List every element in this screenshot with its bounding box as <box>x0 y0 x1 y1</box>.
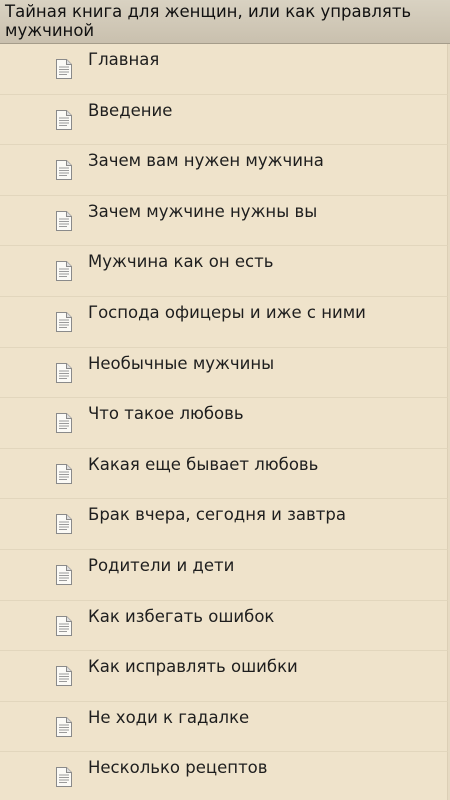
document-icon <box>56 615 72 636</box>
document-icon <box>56 210 72 231</box>
document-icon <box>56 767 72 788</box>
list-item-label: Необычные мужчины <box>88 353 275 373</box>
list-item[interactable]: Как избегать ошибок <box>0 600 448 652</box>
list-item-label: Введение <box>88 100 173 120</box>
document-icon <box>56 514 72 535</box>
list-item-label: Какая еще бывает любовь <box>88 454 319 474</box>
list-item-label: Господа офицеры и иже с ними <box>88 302 366 322</box>
document-icon <box>56 666 72 687</box>
page-title: Тайная книга для женщин, или как управля… <box>5 2 412 40</box>
document-icon <box>56 362 72 383</box>
list-item[interactable]: Брак вчера, сегодня и завтра <box>0 499 448 550</box>
list-item-label: Брак вчера, сегодня и завтра <box>88 505 346 525</box>
list-item[interactable]: Что такое любовь <box>0 398 448 449</box>
title-bar: Тайная книга для женщин, или как управля… <box>0 0 450 44</box>
list-item[interactable]: Не ходи к гадалке <box>0 701 448 753</box>
list-item-label: Как исправлять ошибки <box>88 657 298 677</box>
list-item-label: Главная <box>88 50 160 69</box>
document-icon <box>56 311 72 332</box>
list-item-label: Зачем вам нужен мужчина <box>88 151 324 171</box>
list-item[interactable]: Как исправлять ошибки <box>0 651 448 702</box>
list-item[interactable]: Родители и дети <box>0 549 448 601</box>
list-item[interactable]: Мужчина как он есть <box>0 246 448 297</box>
app-window: Тайная книга для женщин, или как управля… <box>0 0 450 800</box>
list-item-label: Как избегать ошибок <box>88 606 275 626</box>
document-icon <box>56 261 72 282</box>
list-item[interactable]: Необычные мужчины <box>0 347 448 399</box>
list-item-label: Родители и дети <box>88 555 235 575</box>
list-item-label: Несколько рецептов <box>88 758 268 778</box>
document-icon <box>56 716 72 737</box>
list-item-label: Что такое любовь <box>88 404 244 424</box>
list-item-label: Не ходи к гадалке <box>88 707 250 727</box>
list-item[interactable]: Введение <box>0 94 448 146</box>
list-item-label: Зачем мужчине нужны вы <box>88 201 318 221</box>
list-item[interactable]: Какая еще бывает любовь <box>0 448 448 500</box>
document-icon <box>56 59 72 79</box>
document-icon <box>56 109 72 130</box>
list-item[interactable]: Несколько рецептов <box>0 752 448 800</box>
chapter-list: Главная Введение Зачем вам нужен мужчина <box>0 44 450 800</box>
document-icon <box>56 564 72 585</box>
document-icon <box>56 463 72 484</box>
document-icon <box>56 160 72 181</box>
document-icon <box>56 413 72 434</box>
list-item[interactable]: Господа офицеры и иже с ними <box>0 296 448 348</box>
list-item[interactable]: Зачем мужчине нужны вы <box>0 195 448 247</box>
list-item[interactable]: Главная <box>0 44 448 95</box>
list-item[interactable]: Зачем вам нужен мужчина <box>0 145 448 196</box>
list-item-label: Мужчина как он есть <box>88 252 274 272</box>
chapter-list-container[interactable]: Главная Введение Зачем вам нужен мужчина <box>0 44 450 800</box>
